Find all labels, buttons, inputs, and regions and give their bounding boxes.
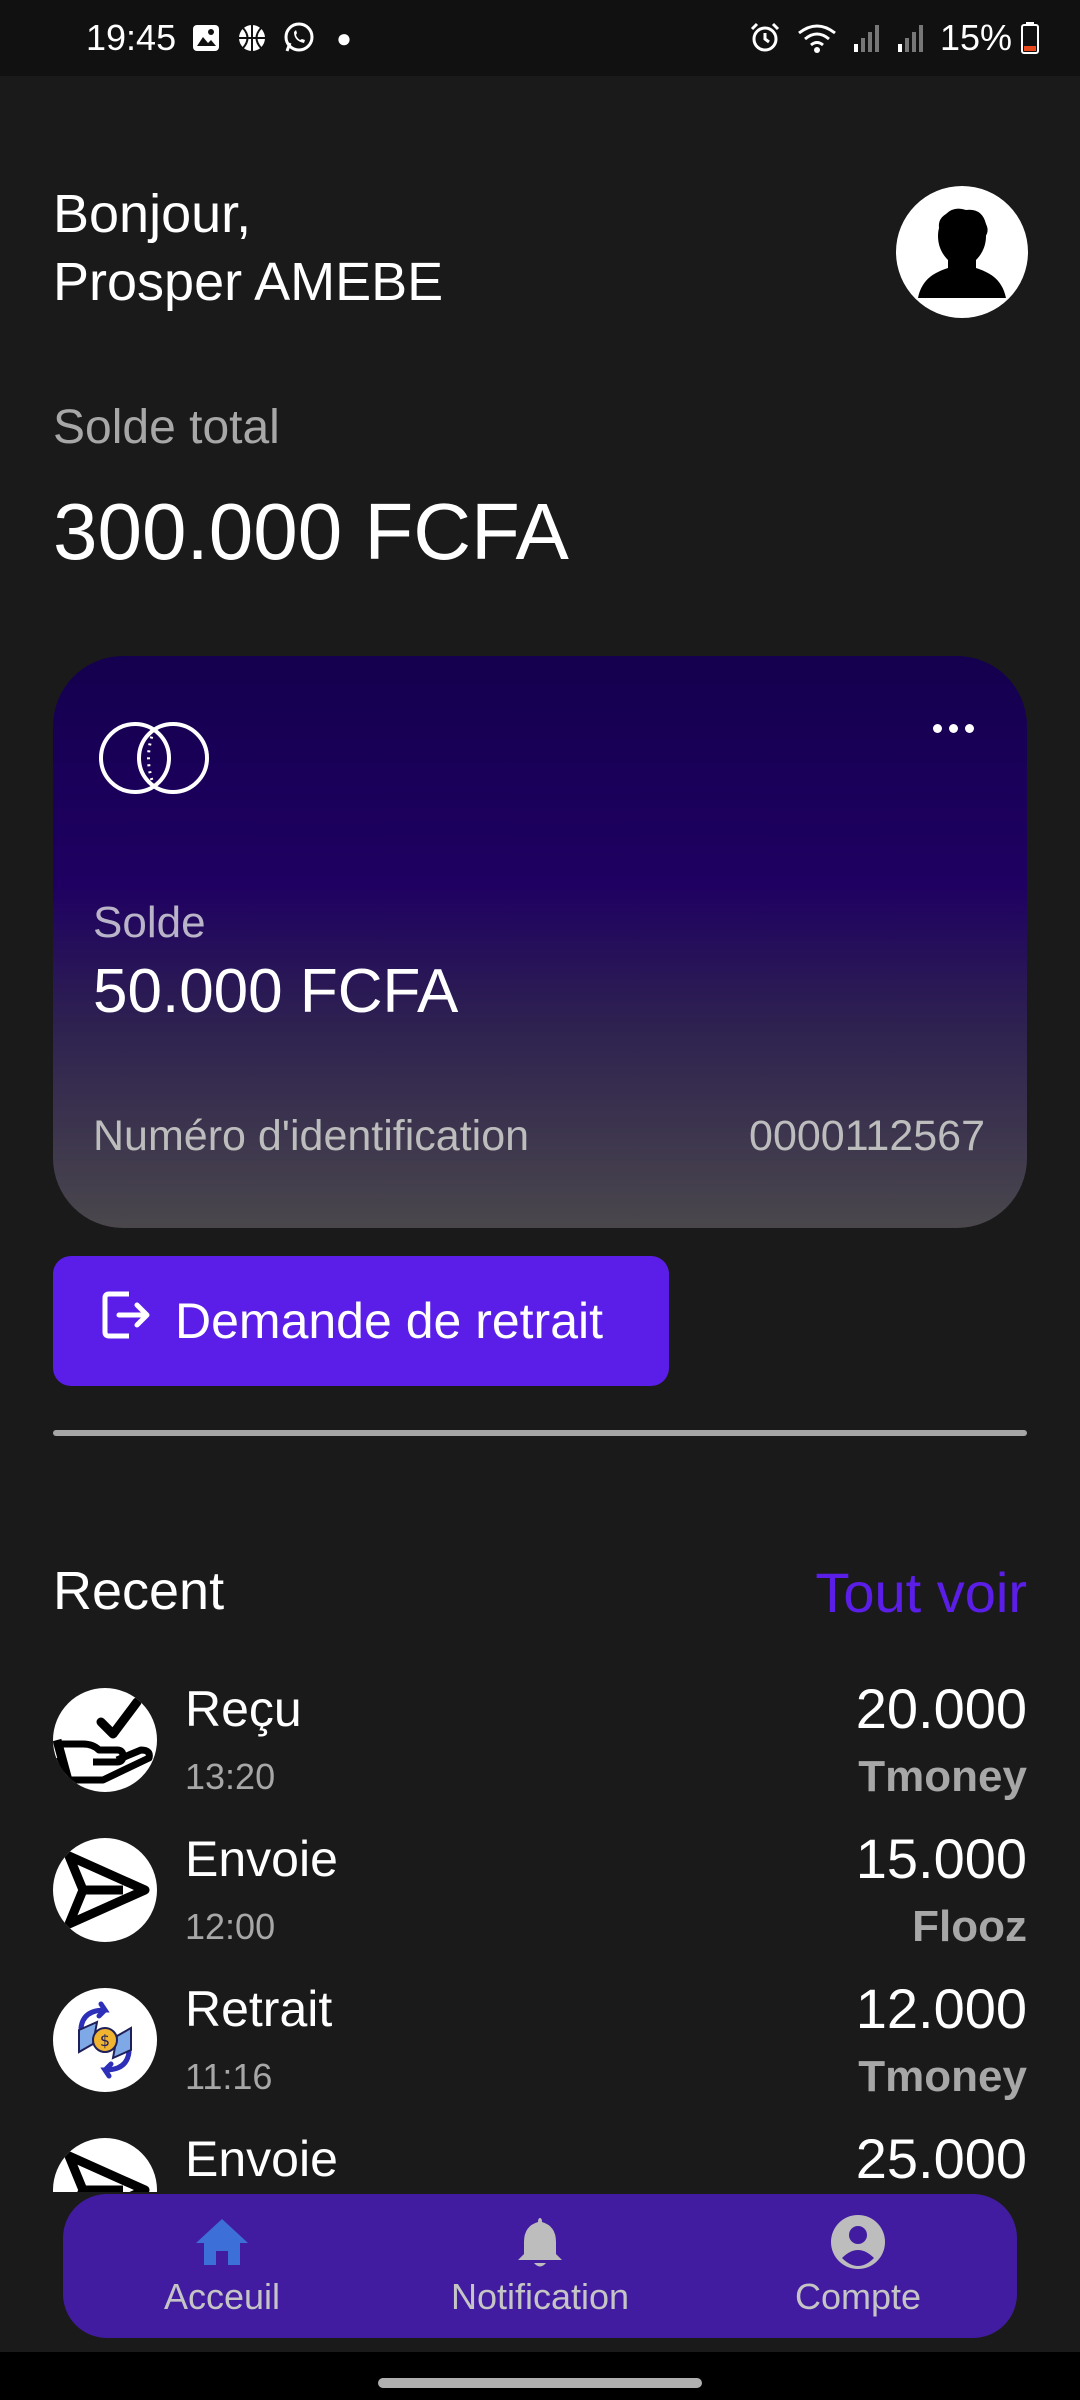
battery-indicator: 15% xyxy=(940,17,1040,59)
transaction-amount: 25.000 xyxy=(855,2127,1027,2190)
transaction-title: Reçu xyxy=(185,1681,302,1737)
nav-item-notification[interactable]: Notification xyxy=(410,2214,670,2318)
gesture-area xyxy=(0,2352,1080,2400)
avatar[interactable] xyxy=(896,186,1028,318)
gallery-icon xyxy=(190,22,222,54)
card-balance-value: 50.000 FCFA xyxy=(93,957,459,1026)
transaction-provider: Flooz xyxy=(912,1902,1027,1951)
more-horizontal-icon[interactable] xyxy=(923,708,983,748)
recent-title: Recent xyxy=(53,1561,225,1621)
signal-icon xyxy=(852,22,882,54)
bottom-navigation: Acceuil Notification Compte xyxy=(63,2194,1017,2338)
transaction-time: 13:20 xyxy=(185,1756,276,1797)
whatsapp-icon xyxy=(282,21,316,55)
transaction-title: Envoie xyxy=(185,2131,338,2187)
total-balance-label: Solde total xyxy=(53,401,280,454)
alarm-icon xyxy=(748,21,782,55)
transaction-row[interactable]: $ Retrait 11:16 12.000 Tmoney xyxy=(53,1972,1027,2122)
wallet-card[interactable]: Solde 50.000 FCFA Numéro d'identificatio… xyxy=(53,656,1027,1228)
card-balance-label: Solde xyxy=(93,898,206,947)
transaction-row[interactable]: Reçu 13:20 20.000 Tmoney xyxy=(53,1672,1027,1822)
battery-icon xyxy=(1020,21,1040,55)
user-silhouette-icon xyxy=(918,208,1006,298)
money-exchange-icon: $ xyxy=(53,1988,157,2092)
transaction-row[interactable]: Envoie 12:00 15.000 Flooz xyxy=(53,1822,1027,1972)
notification-dot-icon: ● xyxy=(336,22,352,53)
nav-item-account[interactable]: Compte xyxy=(728,2214,988,2318)
greeting-username: Prosper AMEBE xyxy=(53,252,444,312)
status-time: 19:45 xyxy=(86,17,177,58)
signal-icon xyxy=(896,22,926,54)
send-icon xyxy=(53,2138,157,2192)
transaction-row[interactable]: Envoie 25.000 xyxy=(53,2122,1027,2192)
total-balance-amount: 300.000 FCFA xyxy=(53,487,569,576)
transaction-amount: 20.000 xyxy=(855,1677,1027,1740)
logout-icon xyxy=(99,1288,153,1354)
home-icon xyxy=(194,2214,250,2270)
card-id-label: Numéro d'identification xyxy=(93,1112,530,1160)
nav-label-home: Acceuil xyxy=(163,2276,281,2317)
svg-text:$: $ xyxy=(100,2031,110,2050)
transaction-time: 12:00 xyxy=(185,1906,276,1947)
card-id-value: 0000112567 xyxy=(749,1112,985,1160)
transaction-time: 11:16 xyxy=(185,2056,273,2097)
greeting: Bonjour, Prosper AMEBE xyxy=(53,180,443,316)
battery-percent: 15% xyxy=(939,17,1012,58)
status-right: 15% xyxy=(748,17,1040,59)
account-circle-icon xyxy=(830,2214,886,2270)
transaction-title: Retrait xyxy=(185,1981,333,2037)
transaction-provider: Tmoney xyxy=(858,2052,1027,2101)
nav-label-notification: Notification xyxy=(450,2276,630,2317)
withdraw-request-button[interactable]: Demande de retrait xyxy=(53,1256,669,1386)
bell-icon xyxy=(516,2214,564,2270)
nav-label-account: Compte xyxy=(794,2276,922,2317)
basketball-icon xyxy=(236,22,268,54)
transaction-amount: 12.000 xyxy=(855,1977,1027,2040)
greeting-line-1: Bonjour, xyxy=(53,184,252,244)
withdraw-request-label: Demande de retrait xyxy=(175,1293,604,1349)
transaction-amount: 15.000 xyxy=(855,1827,1027,1890)
see-all-link[interactable]: Tout voir xyxy=(815,1560,1027,1625)
divider xyxy=(53,1430,1027,1436)
transaction-provider: Tmoney xyxy=(858,1752,1027,1801)
hand-check-icon xyxy=(53,1688,157,1792)
status-left: 19:45 ● xyxy=(86,17,352,59)
card-circles-icon xyxy=(97,720,211,801)
transaction-title: Envoie xyxy=(185,1831,338,1887)
nav-item-home[interactable]: Acceuil xyxy=(92,2214,352,2318)
status-bar: 19:45 ● 15% xyxy=(0,0,1080,76)
transaction-list: Reçu 13:20 20.000 Tmoney Envoie 12:00 15… xyxy=(53,1672,1027,2192)
wifi-icon xyxy=(796,21,838,55)
home-gesture-bar[interactable] xyxy=(378,2378,702,2388)
send-icon xyxy=(53,1838,157,1942)
